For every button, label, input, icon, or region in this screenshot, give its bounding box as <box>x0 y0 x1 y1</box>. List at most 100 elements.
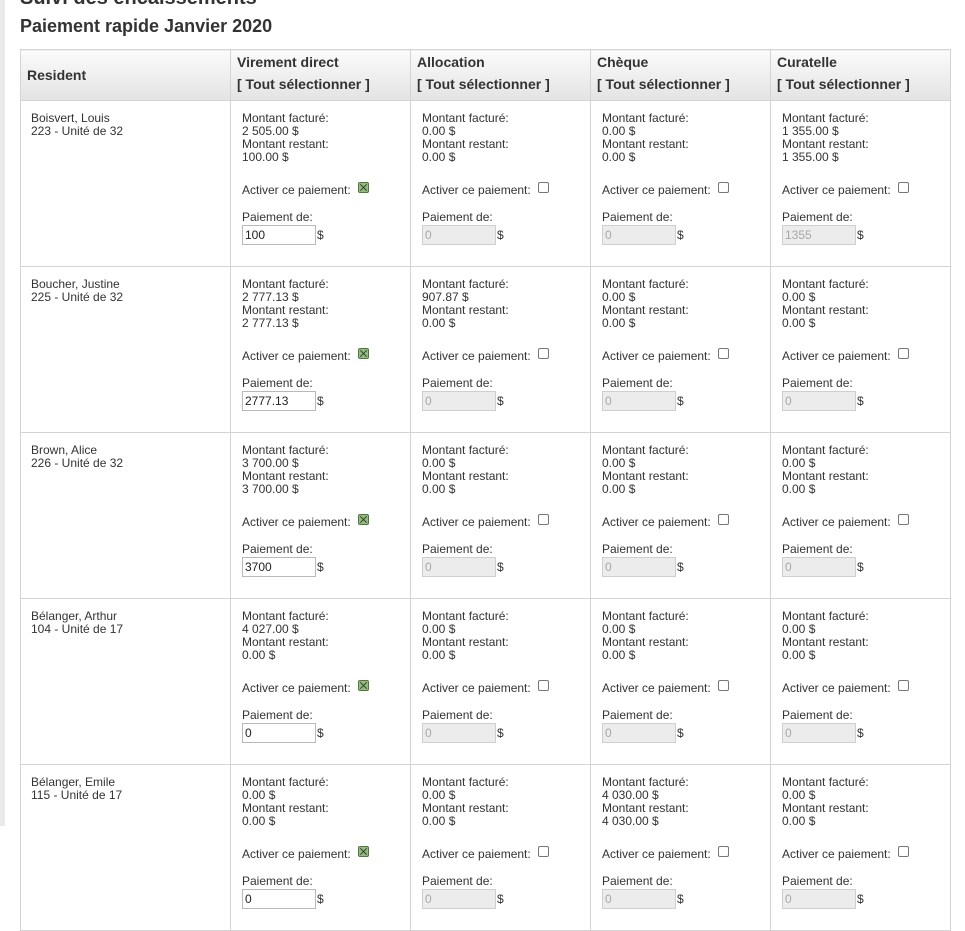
payment-amount-input[interactable] <box>242 391 316 411</box>
resident-cell: Brown, Alice 226 - Unité de 32 <box>20 432 231 599</box>
payment-amount-input[interactable] <box>782 889 856 909</box>
currency-symbol: $ <box>857 559 864 574</box>
page-title: Suivi des encaissements <box>20 0 257 10</box>
select-all-allocation-link[interactable]: [ Tout sélectionner ] <box>417 74 584 100</box>
select-all-curatelle-link[interactable]: [ Tout sélectionner ] <box>777 74 944 100</box>
activate-payment-label: Activer ce paiement: <box>602 680 711 695</box>
activate-payment-row: Activer ce paiement: <box>602 347 764 365</box>
payment-amount-input[interactable] <box>422 225 496 245</box>
activate-payment-row: Activer ce paiement: <box>602 845 764 863</box>
payment-amount-input[interactable] <box>782 723 856 743</box>
payment-input-row: $ <box>602 889 764 909</box>
payment-method-name: Chèque <box>597 54 649 70</box>
activate-payment-row: Activer ce paiement: <box>782 845 944 863</box>
currency-symbol: $ <box>317 891 324 906</box>
payment-method-name: Curatelle <box>777 54 837 70</box>
column-header-curatelle: Curatelle [ Tout sélectionner ] <box>770 49 951 101</box>
payment-amount-input[interactable] <box>602 723 676 743</box>
currency-symbol: $ <box>857 393 864 408</box>
payment-amount-input[interactable] <box>242 225 316 245</box>
activate-payment-label: Activer ce paiement: <box>242 846 351 861</box>
activate-payment-checkbox[interactable] <box>897 845 909 857</box>
currency-symbol: $ <box>677 393 684 408</box>
payment-amount-input[interactable] <box>782 557 856 577</box>
activate-payment-label: Activer ce paiement: <box>242 182 351 197</box>
activate-payment-checkbox[interactable] <box>537 845 549 857</box>
activate-payment-checkbox[interactable] <box>897 181 909 193</box>
payment-cell-allocation: Montant facturé: 907.87 $ Montant restant:… <box>410 266 591 433</box>
activate-payment-checkbox[interactable] <box>897 513 909 525</box>
payment-input-row: $ <box>242 391 404 411</box>
payment-amount-input[interactable] <box>602 889 676 909</box>
activate-payment-checkbox[interactable] <box>897 347 909 359</box>
payment-from-label: Paiement de: <box>782 210 853 224</box>
activate-payment-label: Activer ce paiement: <box>782 348 891 363</box>
payment-amount-input[interactable] <box>242 557 316 577</box>
activate-payment-label: Activer ce paiement: <box>242 348 351 363</box>
payment-input-row: $ <box>782 391 944 411</box>
currency-symbol: $ <box>857 227 864 242</box>
payment-input-row: $ <box>602 391 764 411</box>
payment-amount-input[interactable] <box>242 889 316 909</box>
payment-amount-input[interactable] <box>602 557 676 577</box>
payment-from-label: Paiement de: <box>602 874 673 888</box>
left-border <box>0 0 5 826</box>
activate-payment-checkbox[interactable] <box>897 679 909 691</box>
activate-payment-checkbox[interactable] <box>537 181 549 193</box>
activate-payment-checkbox[interactable] <box>537 347 549 359</box>
payment-amount-input[interactable] <box>422 723 496 743</box>
payment-from-label: Paiement de: <box>782 376 853 390</box>
resident-cell: Boisvert, Louis 223 - Unité de 32 <box>20 100 231 267</box>
payment-cell-virement-direct: Montant facturé: 4 027.00 $ Montant restan… <box>230 598 411 765</box>
activate-payment-label: Activer ce paiement: <box>242 514 351 529</box>
remaining-amount: 0.00 $ <box>422 482 456 496</box>
payment-amount-input[interactable] <box>242 723 316 743</box>
payment-cell-allocation: Montant facturé: 0.00 $ Montant restant: 0.… <box>410 598 591 765</box>
payment-amount-input[interactable] <box>782 391 856 411</box>
payment-cell-cheque: Montant facturé: 0.00 $ Montant restant: 0.… <box>590 266 771 433</box>
activate-payment-row: Activer ce paiement: <box>242 181 404 199</box>
activate-payment-checkbox[interactable] <box>357 181 369 193</box>
payment-from-label: Paiement de: <box>422 210 493 224</box>
currency-symbol: $ <box>677 725 684 740</box>
payment-amount-input[interactable] <box>422 557 496 577</box>
payment-amount-input[interactable] <box>602 391 676 411</box>
activate-payment-checkbox[interactable] <box>357 513 369 525</box>
activate-payment-checkbox[interactable] <box>357 845 369 857</box>
activate-payment-checkbox[interactable] <box>717 679 729 691</box>
payment-input-row: $ <box>242 557 404 577</box>
table-row: Boucher, Justine 225 - Unité de 32 Montant… <box>20 266 951 433</box>
payment-from-label: Paiement de: <box>782 708 853 722</box>
activate-payment-checkbox[interactable] <box>717 181 729 193</box>
payment-amount-input[interactable] <box>422 889 496 909</box>
activate-payment-row: Activer ce paiement: <box>422 679 584 697</box>
payment-amount-input[interactable] <box>782 225 856 245</box>
remaining-amount: 0.00 $ <box>422 648 456 662</box>
table-row: Brown, Alice 226 - Unité de 32 Montant fac… <box>20 432 951 599</box>
remaining-amount: 4 030.00 $ <box>602 814 659 828</box>
activate-payment-checkbox[interactable] <box>537 513 549 525</box>
activate-payment-checkbox[interactable] <box>717 845 729 857</box>
payment-input-row: $ <box>242 889 404 909</box>
payment-from-label: Paiement de: <box>242 708 313 722</box>
activate-payment-checkbox[interactable] <box>357 679 369 691</box>
payment-from-label: Paiement de: <box>602 708 673 722</box>
activate-payment-label: Activer ce paiement: <box>602 348 711 363</box>
payment-input-row: $ <box>782 723 944 743</box>
payment-amount-input[interactable] <box>422 391 496 411</box>
table-row: Boisvert, Louis 223 - Unité de 32 Montant … <box>20 100 951 267</box>
resident-unit: 104 - Unité de 17 <box>31 622 124 636</box>
activate-payment-checkbox[interactable] <box>717 347 729 359</box>
quick-payment-table: Resident Virement direct [ Tout sélectio… <box>20 49 951 931</box>
activate-payment-checkbox[interactable] <box>357 347 369 359</box>
activate-payment-checkbox[interactable] <box>537 679 549 691</box>
select-all-virement-direct-link[interactable]: [ Tout sélectionner ] <box>237 74 404 100</box>
resident-cell: Boucher, Justine 225 - Unité de 32 <box>20 266 231 433</box>
select-all-cheque-link[interactable]: [ Tout sélectionner ] <box>597 74 764 100</box>
activate-payment-checkbox[interactable] <box>717 513 729 525</box>
activate-payment-label: Activer ce paiement: <box>422 846 531 861</box>
payment-amount-input[interactable] <box>602 225 676 245</box>
activate-payment-row: Activer ce paiement: <box>422 845 584 863</box>
payment-from-label: Paiement de: <box>782 542 853 556</box>
payment-cell-curatelle: Montant facturé: 1 355.00 $ Montant restan… <box>770 100 951 267</box>
